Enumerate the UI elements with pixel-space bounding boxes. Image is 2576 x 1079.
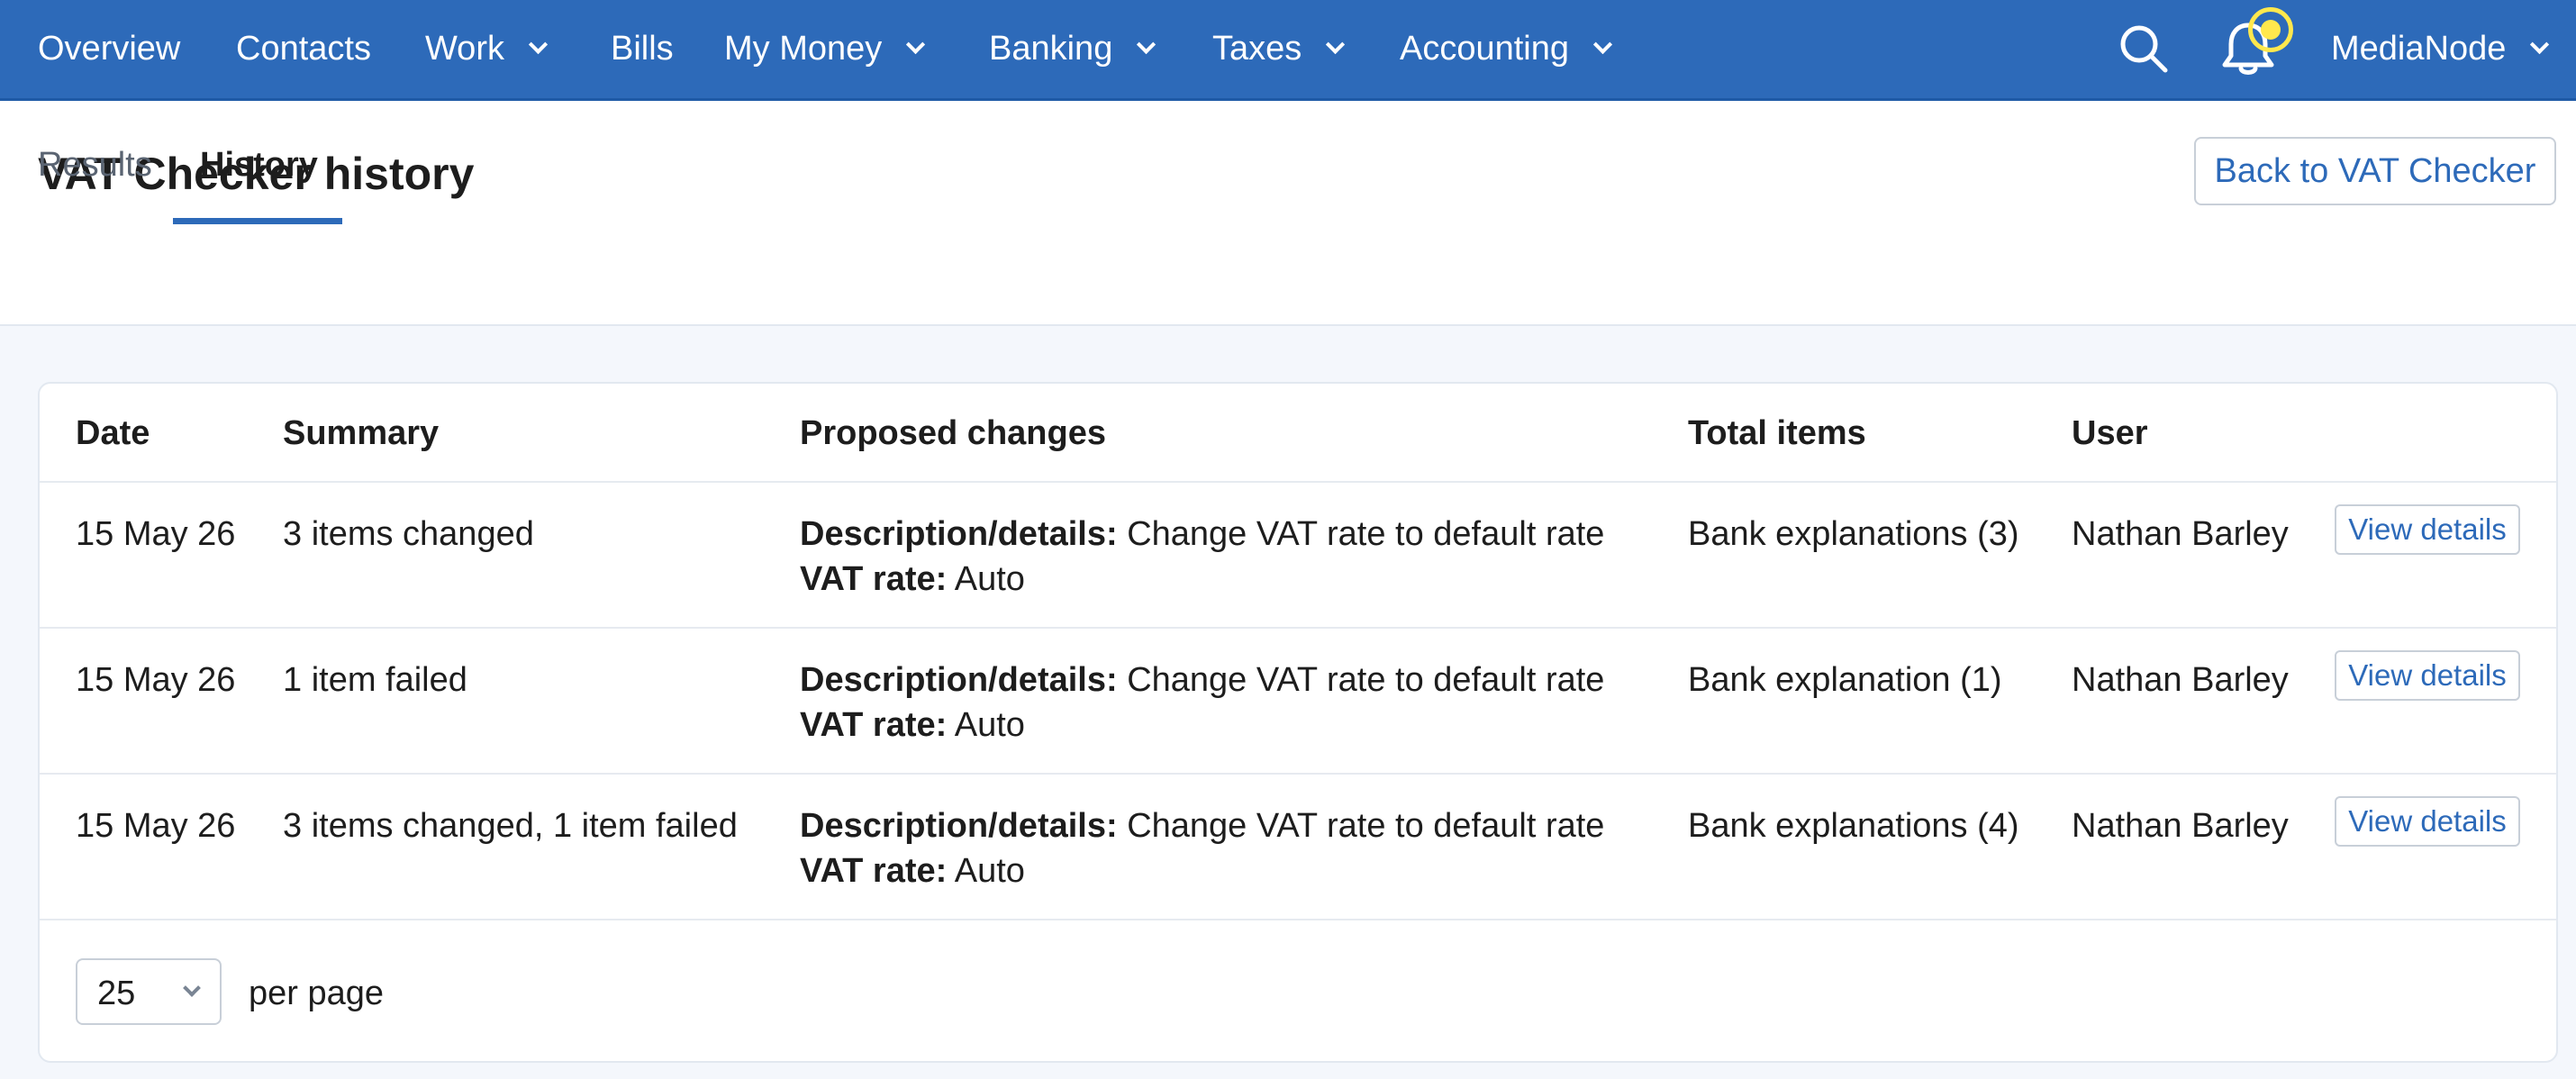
active-tab-indicator [173, 218, 342, 224]
chevron-down-icon [1137, 34, 1156, 54]
change-key: Description/details: [800, 515, 1118, 553]
column-header-user: User [2072, 414, 2148, 452]
notification-dot-icon [2248, 7, 2293, 52]
change-key: Description/details: [800, 807, 1118, 845]
view-details-button[interactable]: View details [2335, 650, 2520, 701]
chevron-down-icon [1592, 34, 1613, 54]
view-details-button[interactable]: View details [2335, 504, 2520, 555]
nav-item-label: Contacts [236, 29, 371, 68]
per-page-select[interactable]: 25 [76, 958, 222, 1025]
change-value: Auto [954, 852, 1025, 890]
nav-item-label: Accounting [1400, 29, 1570, 68]
cell-change-vat-rate: VAT rate: Auto [800, 560, 1025, 599]
cell-change-vat-rate: VAT rate: Auto [800, 706, 1025, 745]
nav-item-label: Banking [989, 29, 1113, 68]
page-header: VAT Checker history Back to VAT Checker [0, 101, 2576, 326]
chevron-down-icon [1326, 34, 1346, 54]
cell-summary: 3 items changed [283, 515, 534, 553]
nav-item-label: Taxes [1212, 29, 1302, 68]
tab-results[interactable]: Results [38, 146, 152, 185]
column-header-summary: Summary [283, 414, 440, 452]
cell-summary: 3 items changed, 1 item failed [283, 807, 738, 845]
nav-item-overview[interactable]: Overview [38, 0, 180, 97]
cell-date: 15 May 26 [76, 807, 236, 845]
column-header-proposed-changes: Proposed changes [800, 414, 1106, 452]
tab-history[interactable]: History [200, 146, 318, 185]
nav-item-label: My Money [724, 29, 883, 68]
cell-change-vat-rate: VAT rate: Auto [800, 852, 1025, 891]
nav-item-banking[interactable]: Banking [989, 0, 1156, 97]
nav-item-contacts[interactable]: Contacts [236, 0, 371, 97]
change-value: Change VAT rate to default rate [1127, 807, 1605, 845]
row-divider [40, 481, 2556, 483]
cell-user: Nathan Barley [2072, 661, 2289, 699]
cell-user: Nathan Barley [2072, 807, 2289, 845]
account-name: MediaNode [2331, 29, 2507, 68]
nav-item-bills[interactable]: Bills [611, 0, 674, 97]
cell-date: 15 May 26 [76, 661, 236, 699]
change-value: Auto [954, 706, 1025, 744]
nav-item-my-money[interactable]: My Money [724, 0, 926, 97]
row-divider [40, 919, 2556, 920]
cell-total-items: Bank explanations (4) [1688, 807, 2019, 845]
cell-total-items: Bank explanation (1) [1688, 661, 2002, 699]
history-table-card [38, 382, 2558, 1063]
column-header-date: Date [76, 414, 150, 452]
nav-item-work[interactable]: Work [425, 0, 549, 97]
chevron-down-icon [2530, 34, 2550, 54]
nav-item-label: Work [425, 29, 504, 68]
cell-change-description: Description/details: Change VAT rate to … [800, 661, 1604, 700]
change-key: VAT rate: [800, 706, 948, 744]
nav-item-accounting[interactable]: Accounting [1400, 0, 1613, 97]
search-icon[interactable] [2117, 22, 2171, 76]
chevron-down-icon [528, 34, 549, 54]
change-value: Auto [954, 560, 1025, 598]
account-menu[interactable]: MediaNode [2331, 0, 2550, 97]
change-value: Change VAT rate to default rate [1127, 515, 1605, 553]
nav-item-label: Bills [611, 29, 674, 68]
per-page-label: per page [249, 975, 385, 1012]
chevron-down-icon [906, 34, 926, 54]
cell-change-description: Description/details: Change VAT rate to … [800, 515, 1604, 554]
row-divider [40, 627, 2556, 629]
cell-date: 15 May 26 [76, 515, 236, 553]
change-key: VAT rate: [800, 852, 948, 890]
change-value: Change VAT rate to default rate [1127, 661, 1605, 699]
column-header-total-items: Total items [1688, 414, 1866, 452]
view-details-button[interactable]: View details [2335, 796, 2520, 847]
cell-summary: 1 item failed [283, 661, 467, 699]
cell-user: Nathan Barley [2072, 515, 2289, 553]
change-key: VAT rate: [800, 560, 948, 598]
chevron-down-icon [183, 979, 201, 997]
cell-change-description: Description/details: Change VAT rate to … [800, 807, 1604, 846]
per-page-value: 25 [97, 975, 136, 1012]
back-to-vat-checker-button[interactable]: Back to VAT Checker [2194, 137, 2556, 205]
nav-item-label: Overview [38, 29, 181, 68]
change-key: Description/details: [800, 661, 1118, 699]
top-navigation: Overview Contacts Work Bills My Money Ba… [0, 0, 2576, 101]
cell-total-items: Bank explanations (3) [1688, 515, 2019, 553]
row-divider [40, 773, 2556, 775]
nav-item-taxes[interactable]: Taxes [1212, 0, 1346, 97]
